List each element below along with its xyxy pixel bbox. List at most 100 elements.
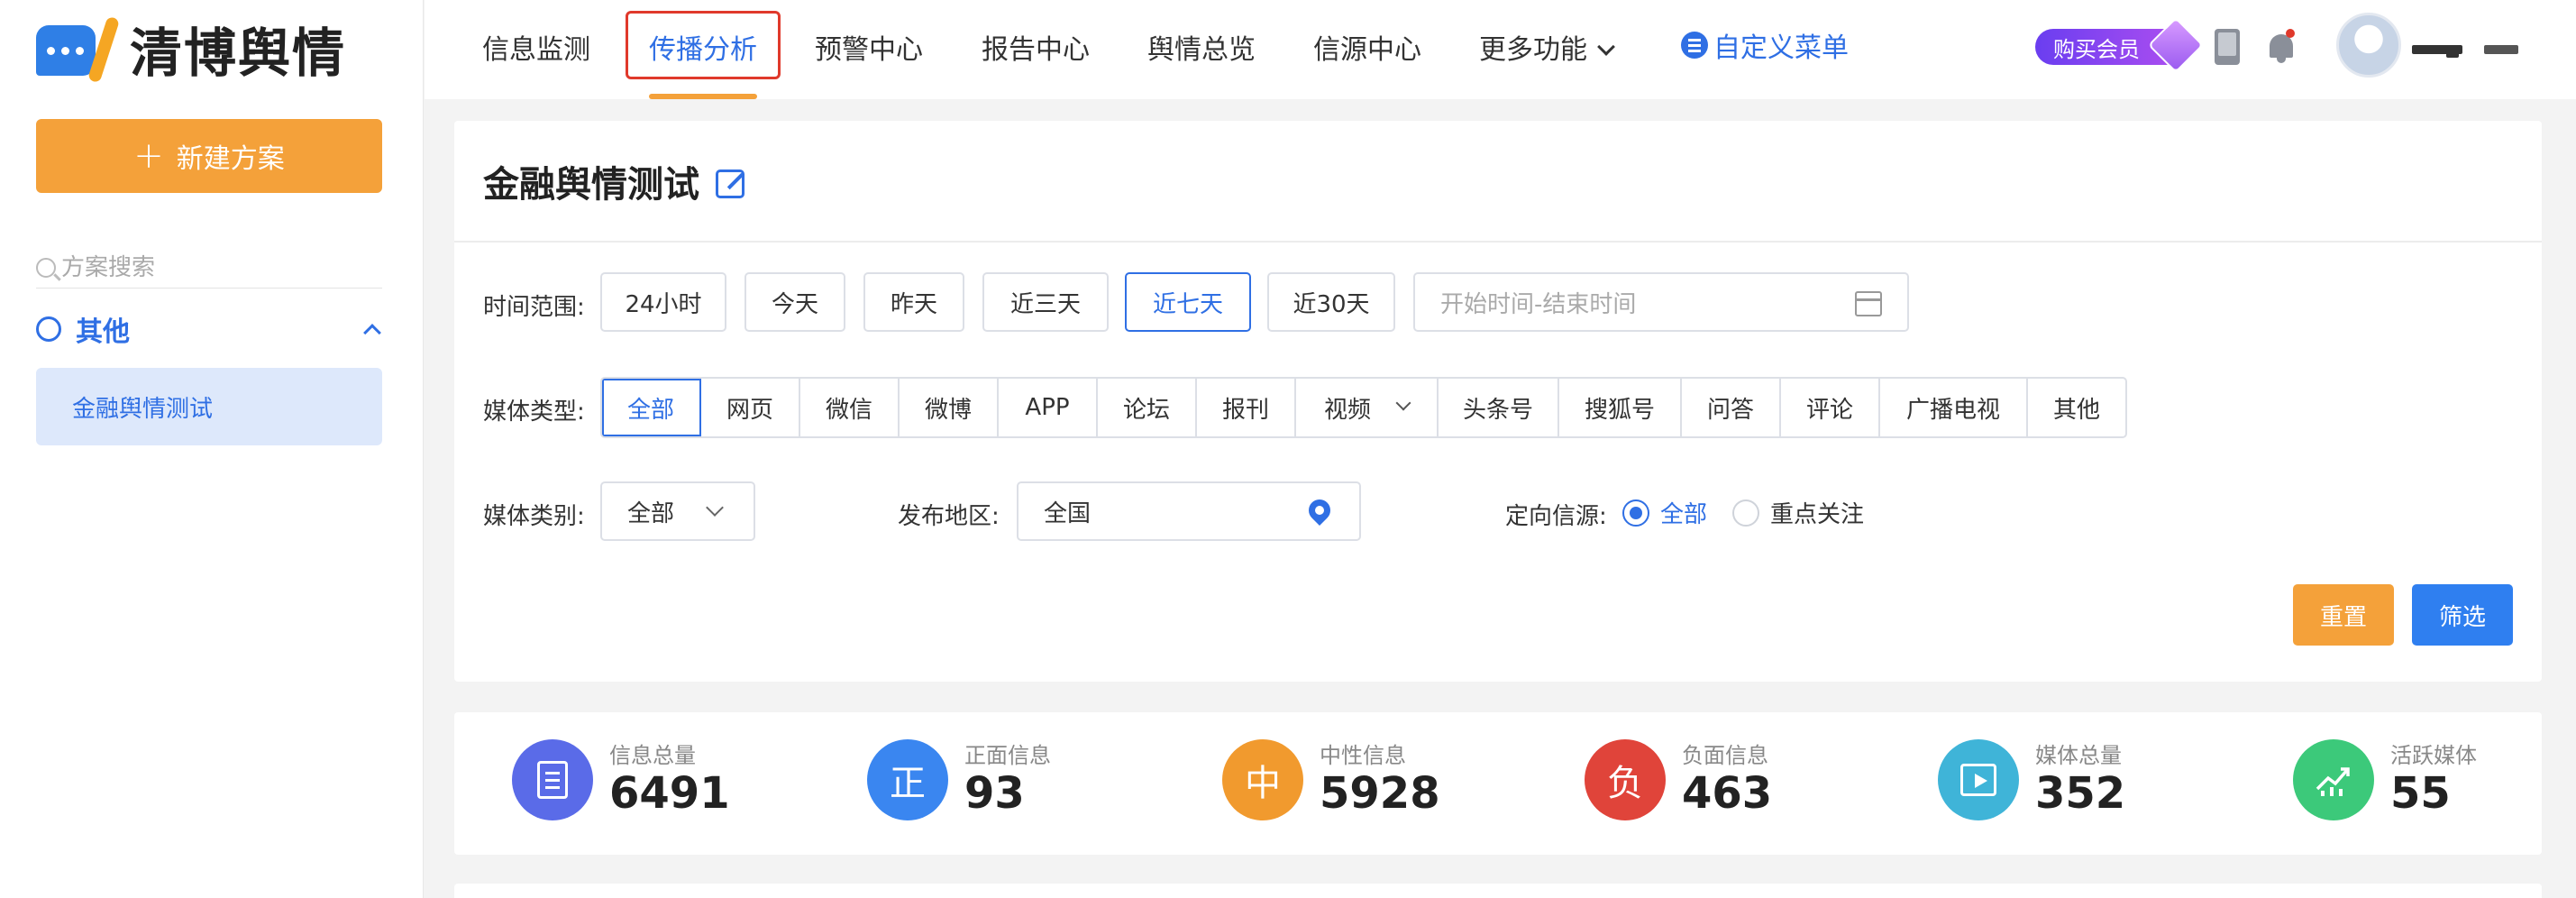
stat-positive: 正 正面信息 93	[867, 739, 1051, 820]
mobile-icon[interactable]	[2215, 29, 2240, 65]
plan-item-jinrong[interactable]: 金融舆情测试	[36, 368, 382, 445]
time-yesterday[interactable]: 昨天	[863, 272, 964, 332]
stat-negative-label: 负面信息	[1682, 743, 1768, 768]
time-24h[interactable]: 24小时	[600, 272, 726, 332]
plus-icon: +	[133, 135, 164, 177]
radio-dot	[1622, 499, 1649, 527]
page-title: 金融舆情测试	[483, 163, 699, 206]
brand-name: 清博舆情	[130, 23, 347, 84]
brand-logo[interactable]: 清博舆情	[34, 13, 346, 85]
media-type-label: 媒体类型:	[483, 399, 585, 426]
custom-menu-label: 自定义菜单	[1713, 32, 1849, 64]
tab-report-center[interactable]: 报告中心	[982, 27, 1090, 66]
filter-panel: 金融舆情测试 时间范围: 24小时 今天 昨天 近三天 近七天 近30天 开始时…	[454, 121, 2542, 682]
stat-negative: 负 负面信息 463	[1585, 739, 1772, 820]
neutral-icon: 中	[1222, 739, 1303, 820]
media-type-video-label: 视频	[1323, 396, 1371, 424]
stat-active-media-value: 55	[2390, 768, 2451, 819]
tab-overview[interactable]: 舆情总览	[1147, 27, 1256, 66]
calendar-icon	[1855, 291, 1882, 316]
stat-media-total: 媒体总量 352	[1938, 739, 2125, 820]
plan-group-label: 其他	[76, 316, 130, 348]
time-30days[interactable]: 近30天	[1267, 272, 1395, 332]
sidebar: 清博舆情 + 新建方案 其他 金融舆情测试	[0, 0, 424, 898]
source-radio-all[interactable]: 全部	[1622, 496, 1707, 529]
avatar[interactable]	[2336, 13, 2401, 78]
custom-menu-link[interactable]: 自定义菜单	[1681, 27, 1849, 64]
plan-group-other[interactable]: 其他	[36, 307, 382, 352]
username-redacted[interactable]	[2412, 43, 2518, 58]
media-type-weibo[interactable]: 微博	[900, 379, 999, 436]
plan-search	[36, 247, 382, 289]
media-type-broadcast[interactable]: 广播电视	[1880, 379, 2028, 436]
circle-icon	[36, 316, 61, 342]
source-radio-focus-label: 重点关注	[1770, 501, 1865, 528]
buy-vip-label: 购买会员	[2053, 36, 2140, 62]
source-radio-focus[interactable]: 重点关注	[1732, 496, 1864, 529]
negative-icon: 负	[1585, 739, 1666, 820]
time-7days[interactable]: 近七天	[1125, 272, 1251, 332]
stat-neutral-label: 中性信息	[1320, 743, 1406, 768]
region-select[interactable]: 全国	[1017, 481, 1361, 541]
media-category-value: 全部	[627, 499, 675, 527]
media-type-other[interactable]: 其他	[2028, 379, 2125, 436]
media-type-sohu[interactable]: 搜狐号	[1559, 379, 1682, 436]
active-tab-highlight	[626, 11, 781, 79]
media-icon	[1938, 739, 2019, 820]
time-range-label: 时间范围:	[483, 294, 585, 321]
tab-alert-center[interactable]: 预警中心	[815, 27, 923, 66]
notification-dot	[2286, 29, 2295, 38]
media-type-all[interactable]: 全部	[602, 379, 701, 436]
active-tab-underline	[649, 94, 757, 99]
time-3days[interactable]: 近三天	[982, 272, 1109, 332]
positive-icon: 正	[867, 739, 948, 820]
stat-positive-value: 93	[964, 768, 1025, 819]
filter-button[interactable]: 筛选	[2412, 584, 2513, 646]
trend-icon	[2293, 739, 2374, 820]
chevron-down-icon	[1395, 395, 1411, 411]
menu-icon	[1681, 32, 1708, 59]
media-type-toutiao[interactable]: 头条号	[1439, 379, 1559, 436]
time-today[interactable]: 今天	[744, 272, 845, 332]
stat-active-media: 活跃媒体 55	[2293, 739, 2477, 820]
media-category-label: 媒体类别:	[483, 503, 585, 530]
radio-dot	[1732, 499, 1759, 527]
media-type-wechat[interactable]: 微信	[800, 379, 900, 436]
stat-total-label: 信息总量	[609, 743, 696, 768]
media-type-forum[interactable]: 论坛	[1098, 379, 1197, 436]
tab-source-center[interactable]: 信源中心	[1313, 27, 1421, 66]
logo-icon	[34, 15, 121, 84]
stat-media-total-value: 352	[2035, 768, 2126, 819]
media-category-select[interactable]: 全部	[600, 481, 755, 541]
chevron-up-icon	[363, 324, 381, 342]
source-label: 定向信源:	[1505, 503, 1607, 530]
new-plan-button[interactable]: + 新建方案	[36, 119, 382, 193]
stat-positive-label: 正面信息	[964, 743, 1051, 768]
source-radio-all-label: 全部	[1660, 501, 1708, 528]
media-type-qa[interactable]: 问答	[1682, 379, 1781, 436]
edit-icon[interactable]	[716, 169, 744, 198]
next-panel	[454, 884, 2542, 898]
new-plan-label: 新建方案	[176, 143, 285, 175]
buy-vip-button[interactable]: 购买会员	[2035, 16, 2205, 74]
media-type-press[interactable]: 报刊	[1197, 379, 1296, 436]
media-type-web[interactable]: 网页	[701, 379, 800, 436]
media-type-app[interactable]: APP	[999, 379, 1098, 436]
media-type-comment[interactable]: 评论	[1781, 379, 1880, 436]
plan-title-row: 金融舆情测试	[454, 121, 2542, 243]
tab-more-features[interactable]: 更多功能	[1479, 27, 1615, 66]
stat-media-total-label: 媒体总量	[2035, 743, 2122, 768]
location-pin-icon	[1304, 495, 1335, 526]
date-range-picker[interactable]: 开始时间-结束时间	[1413, 272, 1909, 332]
reset-button[interactable]: 重置	[2293, 584, 2394, 646]
bell-icon[interactable]	[2268, 29, 2295, 65]
media-type-video[interactable]: 视频	[1296, 379, 1439, 436]
plan-search-input[interactable]	[61, 253, 359, 281]
tab-info-monitor[interactable]: 信息监测	[482, 27, 590, 66]
region-value: 全国	[1044, 499, 1092, 527]
stat-neutral: 中 中性信息 5928	[1222, 739, 1440, 820]
stats-panel: 信息总量 6491 正 正面信息 93 中 中性信息 5928 负 负面信息 4…	[454, 712, 2542, 855]
stat-total: 信息总量 6491	[512, 739, 730, 820]
stat-total-value: 6491	[609, 768, 730, 819]
more-features-label: 更多功能	[1479, 34, 1587, 66]
